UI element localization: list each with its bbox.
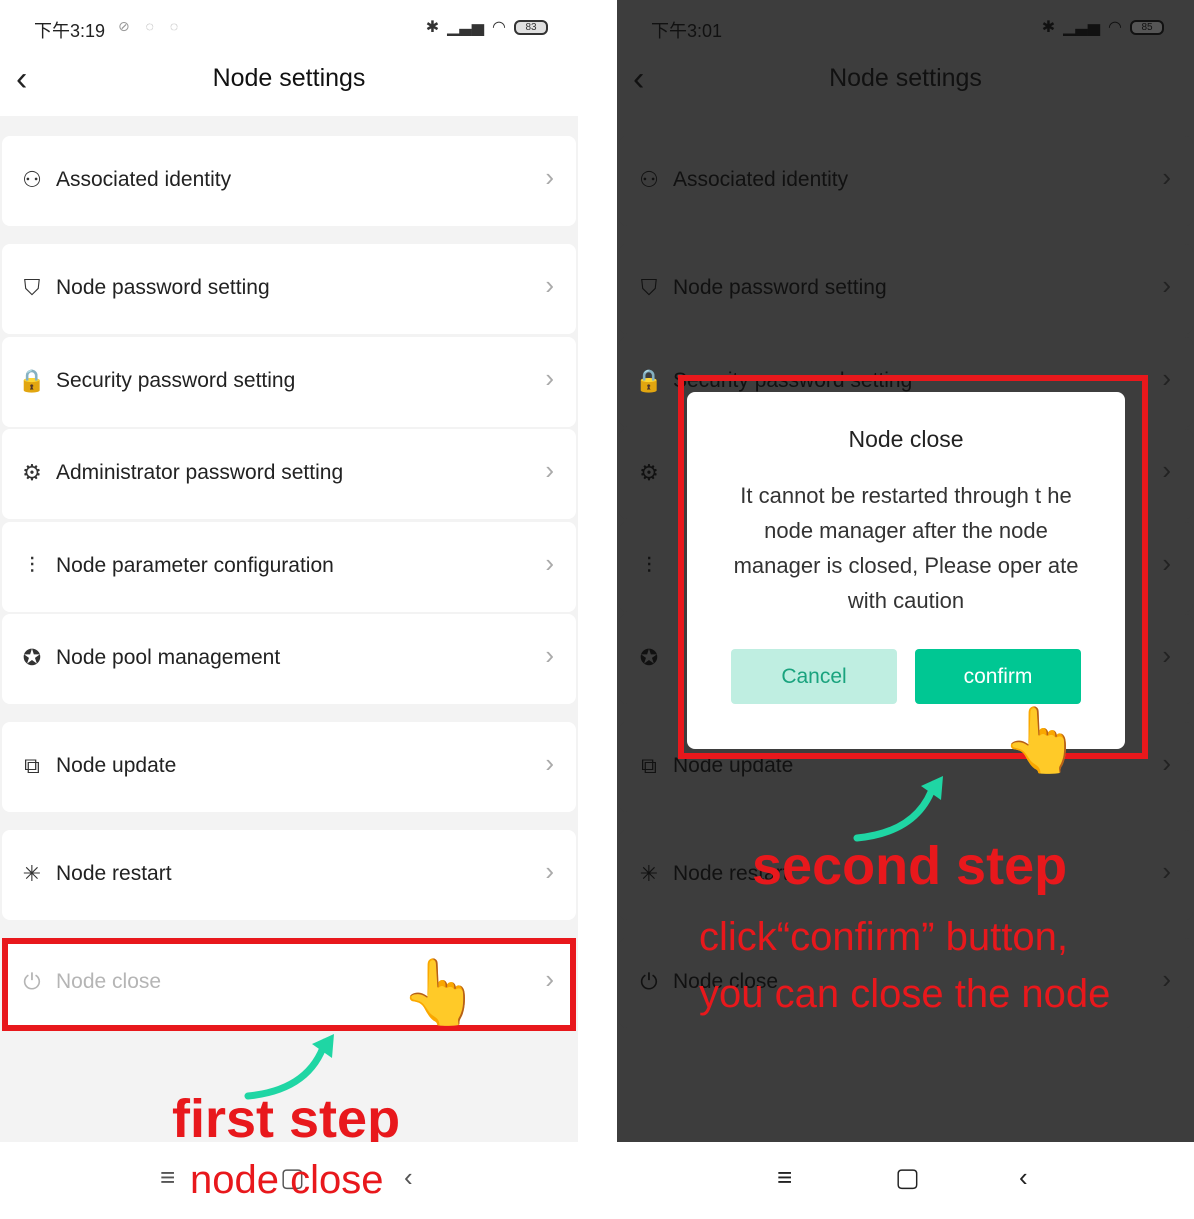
menu-item-pool-management[interactable]: ✪ Node pool management ›: [2, 614, 576, 704]
chevron-right-icon: ›: [545, 363, 554, 393]
menu-item-label: Node update: [56, 754, 177, 777]
highlight-box: [2, 938, 576, 1031]
left-screen: 下午3:19 ⊘ ◌ ◌ ✱ ▁▃▅ ◠ 83 ‹ Node settings …: [0, 0, 578, 1219]
menu-item-associated-identity: ⚇ Associated identity ›: [619, 136, 1193, 226]
wifi-icon: ◠: [492, 19, 506, 36]
status-right-icons: ✱ ▁▃▅ ◠ 83: [426, 17, 548, 37]
menu-item-label: Node restart: [56, 862, 172, 885]
menu-item-label: Associated identity: [56, 168, 232, 191]
chevron-right-icon: ›: [1162, 964, 1171, 994]
user-gear-icon: ⚙: [639, 460, 659, 485]
menu-item-node-update[interactable]: ⧉ Node update ›: [2, 722, 576, 812]
chevron-right-icon: ›: [545, 856, 554, 886]
bluetooth-icon: ✱: [1041, 19, 1056, 36]
battery-icon: 83: [514, 19, 548, 35]
chevron-right-icon: ›: [545, 162, 554, 192]
menu-item-label: Security password setting: [56, 369, 296, 392]
annotation-line-2: you can close the node: [699, 972, 1111, 1016]
page-title: Node settings: [829, 64, 982, 92]
menu-icon[interactable]: ≡: [160, 1162, 175, 1193]
menu-item-admin-password[interactable]: ⚙ Administrator password setting ›: [2, 429, 576, 519]
chevron-right-icon: ›: [545, 748, 554, 778]
chevron-right-icon: ›: [1162, 455, 1171, 485]
system-nav-bar: ≡ ▢ ‹: [617, 1142, 1194, 1219]
right-screen: 下午3:01 ✱ ▁▃▅ ◠ 85 ‹ Node settings ⚇ Asso…: [617, 0, 1194, 1219]
annotation-line-1: click“confirm” button,: [699, 915, 1068, 959]
signal-icon: ▁▃▅: [447, 19, 485, 36]
battery-icon: 85: [1130, 19, 1164, 35]
menu-item-node-restart[interactable]: ✳ Node restart ›: [2, 830, 576, 920]
menu-item-label: Node password setting: [673, 276, 887, 299]
annotation-node-close: node close: [190, 1158, 384, 1202]
menu-item-label: Associated identity: [673, 168, 849, 191]
chevron-right-icon: ›: [545, 640, 554, 670]
signal-icon: ▁▃▅: [1063, 19, 1101, 36]
app-header: ‹ Node settings: [0, 56, 578, 116]
chevron-right-icon: ›: [545, 270, 554, 300]
page-title: Node settings: [212, 64, 366, 92]
chevron-right-icon: ›: [545, 548, 554, 578]
shield-icon: ⛉: [23, 275, 41, 300]
menu-item-node-password[interactable]: ⛉ Node password setting ›: [2, 244, 576, 334]
menu-item-label: Node pool management: [56, 646, 281, 669]
chevron-right-icon: ›: [1162, 748, 1171, 778]
user-gear-icon: ⚙: [22, 460, 42, 485]
sliders-icon: ⫶: [646, 553, 652, 578]
arrow-icon: [853, 776, 943, 842]
menu-item-security-password[interactable]: 🔒 Security password setting ›: [2, 337, 576, 427]
system-nav-bar: ≡ ▢ ‹ node close: [0, 1142, 578, 1219]
menu-item-node-password: ⛉ Node password setting ›: [619, 244, 1193, 334]
update-icon: ⧉: [24, 753, 40, 778]
home-icon[interactable]: ▢: [895, 1162, 920, 1193]
chevron-right-icon: ›: [1162, 856, 1171, 886]
lock-icon: 🔒: [635, 368, 663, 393]
chevron-right-icon: ›: [1162, 640, 1171, 670]
menu-item-parameter-config[interactable]: ⫶ Node parameter configuration ›: [2, 522, 576, 612]
pointer-hand-icon: 👆: [400, 956, 480, 1028]
status-time: 下午3:19: [34, 21, 106, 41]
user-badge-icon: ⚇: [639, 167, 659, 192]
annotation-second-step: second step: [752, 836, 1068, 896]
shield-icon: ⛉: [640, 275, 658, 300]
status-right-icons: ✱ ▁▃▅ ◠ 85: [1042, 17, 1164, 37]
back-icon[interactable]: ‹: [404, 1162, 413, 1193]
highlight-box: [678, 375, 1148, 759]
menu-item-label: Node password setting: [56, 276, 270, 299]
award-icon: ✪: [639, 645, 659, 670]
menu-icon[interactable]: ≡: [777, 1162, 792, 1193]
spinner-icon: ✳: [639, 861, 659, 886]
annotation-first-step: first step: [172, 1089, 401, 1149]
power-icon: ⏻: [640, 969, 658, 994]
back-icon[interactable]: ‹: [1019, 1162, 1028, 1193]
app-header: ‹ Node settings: [617, 56, 1194, 116]
notification-icons: ⊘ ◌ ◌: [118, 18, 185, 34]
award-icon: ✪: [22, 645, 42, 670]
sliders-icon: ⫶: [29, 553, 35, 578]
menu-item-label: Node parameter configuration: [56, 554, 334, 577]
status-time: 下午3:01: [651, 21, 723, 41]
wifi-icon: ◠: [1108, 19, 1122, 36]
lock-icon: 🔒: [18, 368, 46, 393]
chevron-right-icon: ›: [545, 455, 554, 485]
chevron-right-icon: ›: [1162, 270, 1171, 300]
spinner-icon: ✳: [22, 861, 42, 886]
chevron-right-icon: ›: [1162, 162, 1171, 192]
pointer-hand-icon: 👆: [1001, 704, 1081, 776]
chevron-right-icon: ›: [1162, 548, 1171, 578]
status-bar: 下午3:19 ⊘ ◌ ◌ ✱ ▁▃▅ ◠ 83: [0, 0, 578, 56]
update-icon: ⧉: [641, 753, 657, 778]
menu-item-associated-identity[interactable]: ⚇ Associated identity ›: [2, 136, 576, 226]
chevron-right-icon: ›: [1162, 363, 1171, 393]
status-bar: 下午3:01 ✱ ▁▃▅ ◠ 85: [617, 0, 1194, 56]
bluetooth-icon: ✱: [425, 19, 440, 36]
menu-item-label: Administrator password setting: [56, 461, 344, 484]
user-badge-icon: ⚇: [22, 167, 42, 192]
